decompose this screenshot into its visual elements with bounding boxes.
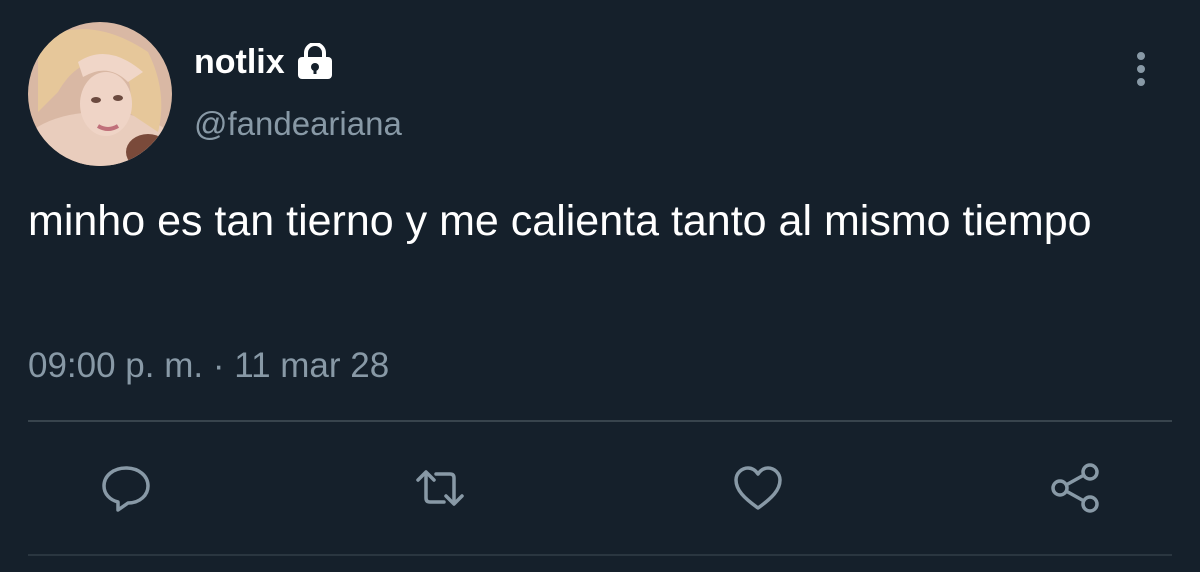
display-name[interactable]: notlix	[194, 40, 335, 84]
share-icon	[1051, 463, 1099, 513]
tweet-text: minho es tan tierno y me calienta tanto …	[28, 197, 1092, 245]
bottom-divider	[28, 554, 1172, 556]
vertical-dots-icon	[1137, 52, 1145, 86]
tweet-card: notlix @fandeariana minho es tan tierno …	[0, 0, 1200, 572]
share-button[interactable]	[1048, 460, 1104, 516]
tweet-timestamp[interactable]: 09:00 p. m. · 11 mar 28	[28, 344, 389, 388]
display-name-text: notlix	[194, 43, 285, 81]
divider	[28, 420, 1172, 422]
avatar-image	[28, 22, 172, 166]
reply-button[interactable]	[98, 460, 154, 516]
like-button[interactable]	[730, 460, 786, 516]
speech-bubble-icon	[102, 466, 150, 512]
retweet-icon	[416, 470, 464, 506]
heart-icon	[734, 466, 782, 510]
lock-icon	[295, 42, 335, 81]
user-handle[interactable]: @fandeariana	[194, 102, 402, 146]
avatar[interactable]	[28, 22, 172, 166]
retweet-button[interactable]	[412, 460, 468, 516]
more-options-button[interactable]	[1126, 50, 1156, 90]
